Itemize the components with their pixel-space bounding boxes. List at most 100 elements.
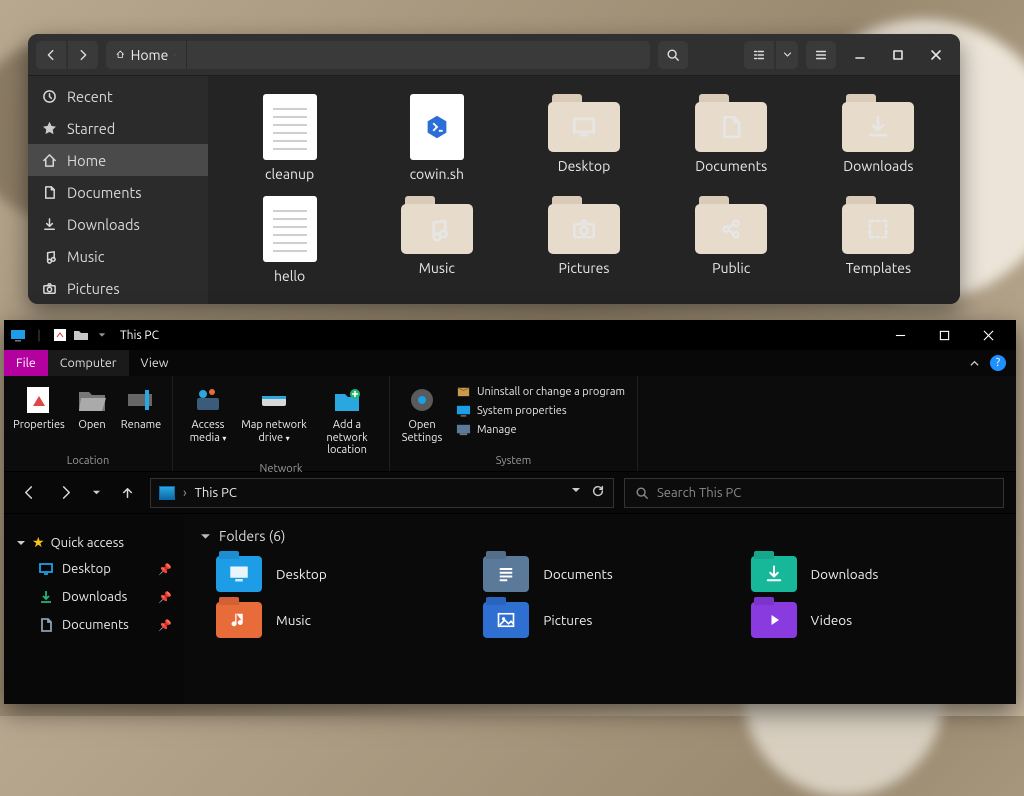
sidebar-item-pictures[interactable]: Pictures — [28, 272, 208, 304]
folder-downloads[interactable]: Downloads — [751, 556, 998, 592]
refresh-button[interactable] — [591, 484, 605, 501]
nav-back-button[interactable] — [16, 480, 42, 506]
close-button[interactable] — [966, 320, 1010, 350]
sidebar-item-desktop[interactable]: Desktop📌 — [10, 555, 178, 583]
sidebar-item-label: Recent — [67, 88, 113, 105]
star-icon — [42, 121, 57, 136]
maximize-button[interactable] — [886, 43, 910, 67]
file-item-cowin-sh[interactable]: cowin.sh — [363, 90, 510, 186]
qat-folder-icon[interactable] — [73, 327, 89, 343]
minimize-button[interactable] — [878, 320, 922, 350]
nautilus-icon-view[interactable]: cleanup cowin.shDesktopDocumentsDownloads… — [208, 76, 960, 304]
folder-label: Videos — [811, 612, 852, 628]
file-item-hello[interactable]: hello — [216, 192, 363, 288]
add-network-location-button[interactable]: Add a network location — [311, 380, 383, 461]
sidebar-item-documents[interactable]: Documents — [28, 176, 208, 208]
doc-icon — [38, 617, 54, 633]
sidebar-item-label: Home — [67, 152, 106, 169]
collapse-ribbon-icon[interactable] — [969, 358, 980, 369]
sidebar-item-home[interactable]: Home — [28, 144, 208, 176]
open-settings-button[interactable]: Open Settings — [396, 380, 448, 448]
sidebar-item-label: Pictures — [67, 280, 120, 297]
ribbon: Properties Open Rename Location Access m… — [4, 376, 1016, 472]
forward-button[interactable] — [68, 41, 98, 69]
file-item-cleanup[interactable]: cleanup — [216, 90, 363, 186]
folder-icon — [548, 196, 620, 254]
rename-button[interactable]: Rename — [116, 380, 166, 436]
close-button[interactable] — [924, 43, 948, 67]
folder-icon — [216, 602, 262, 638]
manage-button[interactable]: Manage — [456, 422, 625, 437]
path-bar[interactable]: Home — [106, 41, 650, 69]
folder-icon — [695, 196, 767, 254]
quick-access-header[interactable]: ★ Quick access — [10, 530, 178, 555]
hamburger-menu-button[interactable] — [806, 41, 836, 69]
map-drive-button[interactable]: Map network drive ▾ — [239, 380, 309, 461]
file-item-pictures[interactable]: Pictures — [510, 192, 657, 288]
file-item-public[interactable]: Public — [658, 192, 805, 288]
sidebar-item-documents[interactable]: Documents 📌 — [10, 611, 178, 639]
sidebar-item-label: Downloads — [67, 216, 140, 233]
caret-down-icon — [200, 531, 211, 542]
path-segment-home[interactable]: Home — [106, 41, 187, 69]
maximize-button[interactable] — [922, 320, 966, 350]
explorer-sidebar: ★ Quick access Desktop📌Downloads📌Documen… — [4, 514, 184, 704]
open-button[interactable]: Open — [70, 380, 114, 436]
folder-videos[interactable]: Videos — [751, 602, 998, 638]
folder-documents[interactable]: Documents — [483, 556, 730, 592]
sidebar-item-music[interactable]: Music — [28, 240, 208, 272]
minimize-button[interactable] — [848, 43, 872, 67]
breadcrumb-root[interactable]: This PC — [195, 486, 237, 500]
ribbon-group-network: Access media ▾ Map network drive ▾ Add a… — [173, 376, 390, 471]
folders-section-header[interactable]: Folders (6) — [198, 524, 1002, 548]
title-bar[interactable]: | This PC — [4, 320, 1016, 350]
qat-properties-icon[interactable] — [52, 327, 68, 343]
this-pc-icon — [10, 327, 26, 343]
folder-icon — [751, 602, 797, 638]
folder-icon — [401, 196, 473, 254]
file-item-templates[interactable]: Templates — [805, 192, 952, 288]
tab-computer[interactable]: Computer — [48, 350, 129, 376]
search-button[interactable] — [658, 41, 688, 69]
window-title: This PC — [120, 329, 159, 342]
sidebar-item-recent[interactable]: Recent — [28, 80, 208, 112]
properties-button[interactable]: Properties — [10, 380, 68, 436]
folder-music[interactable]: Music — [216, 602, 463, 638]
folder-pictures[interactable]: Pictures — [483, 602, 730, 638]
sidebar-item-starred[interactable]: Starred — [28, 112, 208, 144]
sidebar-item-label: Documents — [62, 618, 129, 632]
file-item-label: cleanup — [265, 166, 314, 182]
recent-locations-button[interactable] — [88, 480, 104, 506]
sidebar-item-downloads[interactable]: Downloads — [28, 208, 208, 240]
manage-icon — [456, 422, 471, 437]
folder-label: Pictures — [543, 612, 592, 628]
view-options-button[interactable] — [776, 41, 798, 69]
search-box[interactable]: Search This PC — [624, 478, 1004, 508]
file-item-music[interactable]: Music — [363, 192, 510, 288]
uninstall-program-button[interactable]: Uninstall or change a program — [456, 384, 625, 399]
dropdown-caret-icon — [174, 50, 175, 60]
qat-dropdown[interactable] — [94, 327, 110, 343]
access-media-button[interactable]: Access media ▾ — [179, 380, 237, 461]
explorer-content[interactable]: Folders (6) Desktop Documents Downloads Mus… — [184, 514, 1016, 704]
folder-desktop[interactable]: Desktop — [216, 556, 463, 592]
tab-file[interactable]: File — [4, 350, 48, 376]
folder-icon — [548, 94, 620, 152]
history-dropdown-button[interactable] — [571, 484, 581, 501]
file-item-desktop[interactable]: Desktop — [510, 90, 657, 186]
back-button[interactable] — [36, 41, 66, 69]
system-properties-button[interactable]: System properties — [456, 403, 625, 418]
file-item-downloads[interactable]: Downloads — [805, 90, 952, 186]
nav-up-button[interactable] — [114, 480, 140, 506]
tab-view[interactable]: View — [129, 350, 181, 376]
breadcrumb-bar[interactable]: › This PC — [150, 478, 614, 508]
help-button[interactable]: ? — [990, 355, 1006, 371]
view-toggle-button[interactable] — [744, 41, 774, 69]
file-item-documents[interactable]: Documents — [658, 90, 805, 186]
folder-label: Documents — [543, 566, 612, 582]
nav-forward-button[interactable] — [52, 480, 78, 506]
pin-icon: 📌 — [158, 619, 172, 632]
sidebar-item-downloads[interactable]: Downloads📌 — [10, 583, 178, 611]
hamburger-icon — [814, 48, 828, 62]
sidebar-item-label: Music — [67, 248, 104, 265]
